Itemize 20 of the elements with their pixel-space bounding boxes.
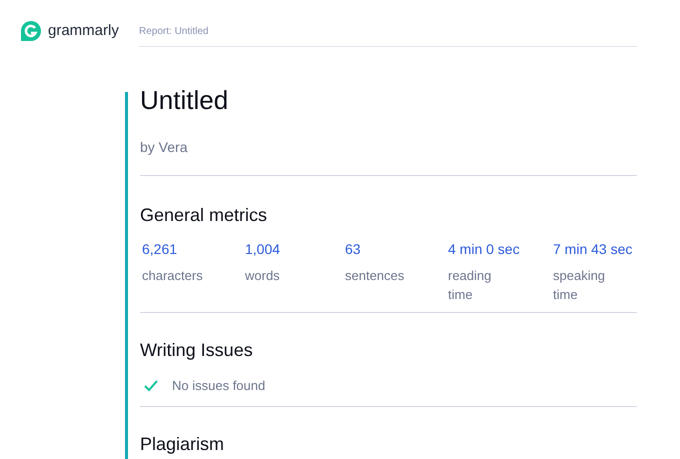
breadcrumb: Report: Untitled	[139, 24, 208, 38]
brand-name: grammarly	[48, 20, 119, 41]
metric-value: 4 min 0 sec	[448, 240, 521, 259]
document-author: by Vera	[140, 138, 188, 157]
metric-value: 7 min 43 sec	[553, 240, 634, 259]
status-text: No issues found	[172, 377, 266, 395]
check-icon	[144, 380, 158, 392]
section-heading: General metrics	[140, 204, 268, 227]
document-title: Untitled	[140, 84, 230, 116]
metric-label: sentences	[345, 267, 406, 285]
section-heading: Writing Issues	[140, 339, 254, 362]
metric-label: characters	[142, 267, 204, 285]
metric-label: words	[245, 267, 281, 285]
section-heading: Plagiarism	[140, 432, 226, 456]
metric-value: 1,004	[245, 240, 282, 259]
metric-label: speaking time	[553, 267, 606, 304]
metric-label: reading time	[448, 267, 492, 304]
metric-value: 6,261	[142, 240, 178, 259]
logo-icon	[20, 20, 42, 42]
metric-value: 63	[345, 240, 362, 259]
